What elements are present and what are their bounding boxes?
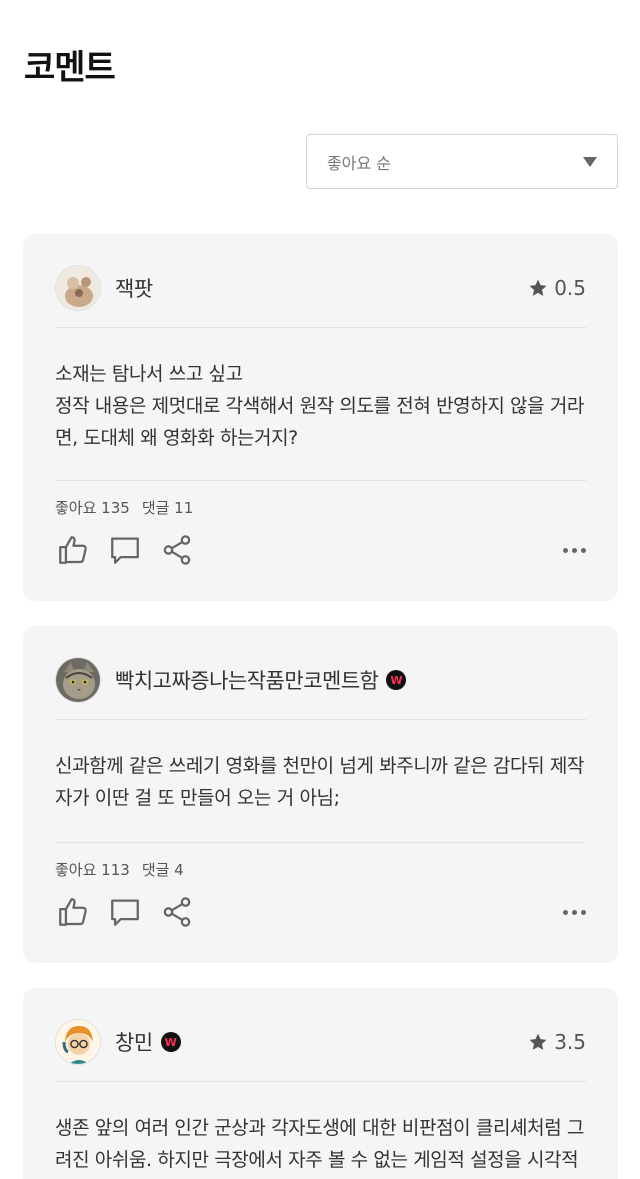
star-icon bbox=[529, 279, 547, 296]
comment-card: 잭팟 0.5 소재는 탐나서 쓰고 싶고 정작 내용은 제멋대로 각색해서 원작… bbox=[23, 234, 618, 601]
speech-bubble-icon bbox=[111, 537, 139, 564]
like-button[interactable] bbox=[55, 532, 91, 568]
comment-stats: 좋아요 113 댓글 4 bbox=[55, 859, 184, 880]
share-icon bbox=[163, 535, 191, 565]
rating-value: 0.5 bbox=[554, 276, 586, 300]
reply-button[interactable] bbox=[107, 894, 143, 930]
divider bbox=[55, 327, 586, 328]
like-count: 좋아요 135 bbox=[55, 499, 130, 517]
speech-bubble-icon bbox=[111, 899, 139, 926]
comment-text: 소재는 탐나서 쓰고 싶고 정작 내용은 제멋대로 각색해서 원작 의도를 전혀… bbox=[55, 363, 584, 449]
rating-value: 3.5 bbox=[554, 1030, 586, 1054]
reply-count: 댓글 4 bbox=[141, 861, 184, 879]
page-title: 코멘트 bbox=[24, 48, 116, 88]
comment-actions bbox=[55, 894, 586, 930]
share-button[interactable] bbox=[159, 532, 195, 568]
comments-page: 코멘트 좋아요 순 잭팟 0.5 소재는 탐나서 쓰고 싶고 정작 내용은 제멋… bbox=[0, 0, 640, 1179]
comment-text: 생존 앞의 여러 인간 군상과 각자도생에 대한 비판점이 클리셰처럼 그려진 … bbox=[55, 1117, 584, 1171]
comment-header: 빡치고짜증나는작품만코멘트함 W bbox=[55, 656, 586, 704]
comment-card: 창민 W 3.5 생존 앞의 여러 인간 군상과 각자도생에 대한 비판점이 클… bbox=[23, 988, 618, 1179]
watcha-badge-icon: W bbox=[160, 1032, 181, 1052]
more-dots-icon[interactable] bbox=[563, 909, 586, 915]
share-button[interactable] bbox=[159, 894, 195, 930]
comment-header: 창민 W 3.5 bbox=[55, 1018, 586, 1066]
chevron-down-icon bbox=[583, 156, 597, 167]
avatar[interactable] bbox=[55, 1019, 101, 1065]
rating: 0.5 bbox=[528, 276, 586, 300]
comment-stats: 좋아요 135 댓글 11 bbox=[55, 497, 193, 518]
star-icon bbox=[529, 1033, 547, 1050]
sort-select[interactable]: 좋아요 순 bbox=[306, 134, 618, 189]
comment-actions bbox=[55, 532, 586, 568]
share-icon bbox=[163, 897, 191, 927]
divider bbox=[55, 480, 586, 481]
comment-card: 빡치고짜증나는작품만코멘트함 W 신과함께 같은 쓰레기 영화를 천만이 넘게 … bbox=[23, 626, 618, 963]
divider bbox=[55, 842, 586, 843]
username[interactable]: 빡치고짜증나는작품만코멘트함 bbox=[115, 665, 379, 695]
username[interactable]: 잭팟 bbox=[115, 273, 153, 303]
rating: 3.5 bbox=[528, 1030, 586, 1054]
thumbs-up-icon bbox=[59, 536, 87, 564]
comment-text: 신과함께 같은 쓰레기 영화를 천만이 넘게 봐주니까 같은 감다뒤 제작자가 … bbox=[55, 755, 584, 809]
comment-header: 잭팟 0.5 bbox=[55, 264, 586, 312]
reply-button[interactable] bbox=[107, 532, 143, 568]
avatar[interactable] bbox=[55, 657, 101, 703]
reply-count: 댓글 11 bbox=[141, 499, 194, 517]
avatar[interactable] bbox=[55, 265, 101, 311]
divider bbox=[55, 719, 586, 720]
watcha-badge-icon: W bbox=[386, 670, 407, 690]
thumbs-up-icon bbox=[59, 898, 87, 926]
like-count: 좋아요 113 bbox=[55, 861, 130, 879]
more-dots-icon[interactable] bbox=[563, 547, 586, 553]
like-button[interactable] bbox=[55, 894, 91, 930]
sort-selected-label: 좋아요 순 bbox=[327, 153, 391, 173]
username[interactable]: 창민 bbox=[115, 1027, 153, 1057]
divider bbox=[55, 1081, 586, 1082]
